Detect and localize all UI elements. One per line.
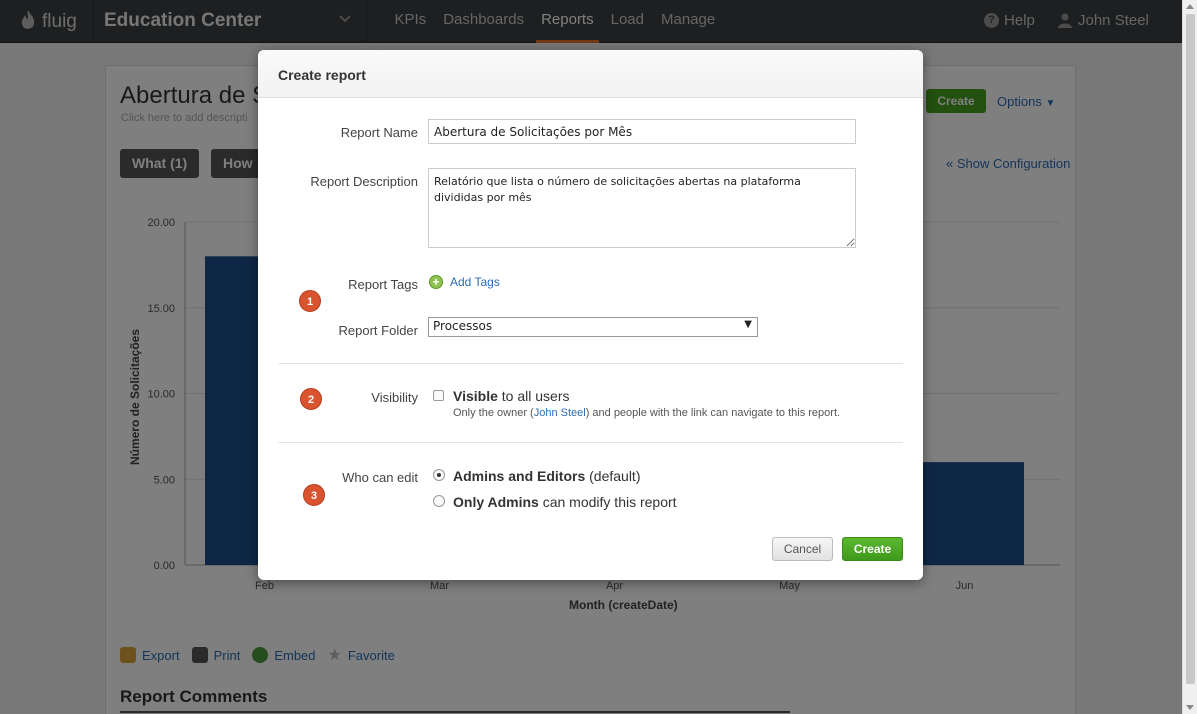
option1-rest: (default) [585, 468, 641, 484]
report-folder-select[interactable]: Processos ▼ [428, 317, 758, 337]
option2-bold: Only Admins [453, 494, 539, 510]
vertical-scrollbar[interactable] [1182, 0, 1197, 714]
who-can-edit-label: Who can edit [342, 470, 418, 485]
report-name-label: Report Name [340, 125, 418, 140]
section-divider [278, 363, 903, 364]
plus-icon: + [429, 275, 443, 289]
add-tags-link[interactable]: + Add Tags [429, 275, 500, 289]
add-tags-label: Add Tags [450, 275, 500, 289]
step-badge-3: 3 [303, 484, 325, 506]
only-admins-radio[interactable] [433, 495, 445, 507]
vis-note-pre: Only the owner ( [453, 407, 534, 419]
cancel-button[interactable]: Cancel [772, 537, 833, 561]
create-button[interactable]: Create [842, 537, 903, 561]
owner-link[interactable]: John Steel [534, 407, 586, 419]
create-report-dialog: Create report Report Name Report Descrip… [258, 50, 923, 580]
report-name-input[interactable] [428, 119, 856, 144]
scroll-down-arrow[interactable] [1186, 705, 1194, 710]
report-folder-label: Report Folder [338, 323, 418, 338]
report-tags-label: Report Tags [348, 277, 418, 292]
report-description-label: Report Description [310, 174, 418, 189]
vis-note-post: ) and people with the link can navigate … [585, 407, 841, 419]
option1-bold: Admins and Editors [453, 468, 586, 484]
folder-selected-value: Processos [433, 319, 493, 333]
dialog-title: Create report [278, 67, 366, 83]
scroll-thumb[interactable] [1186, 14, 1195, 684]
visible-bold: Visible [453, 388, 498, 404]
visible-option-text: Visible to all users [453, 388, 569, 404]
visible-rest: to all users [497, 388, 570, 404]
dropdown-arrow-icon: ▼ [744, 319, 752, 330]
dialog-header: Create report [258, 50, 923, 98]
scroll-up-arrow[interactable] [1186, 4, 1194, 9]
option2-rest: can modify this report [538, 494, 677, 510]
visibility-note: Only the owner (John Steel) and people w… [453, 407, 840, 419]
report-description-textarea[interactable]: Relatório que lista o número de solicita… [428, 168, 856, 248]
section-divider [278, 442, 903, 443]
step-badge-2: 2 [300, 388, 322, 410]
admins-editors-radio[interactable] [433, 469, 445, 481]
visible-to-all-checkbox[interactable] [433, 390, 444, 401]
admins-editors-option-text: Admins and Editors (default) [453, 468, 640, 484]
step-badge-1: 1 [299, 290, 321, 312]
only-admins-option-text: Only Admins can modify this report [453, 494, 677, 510]
